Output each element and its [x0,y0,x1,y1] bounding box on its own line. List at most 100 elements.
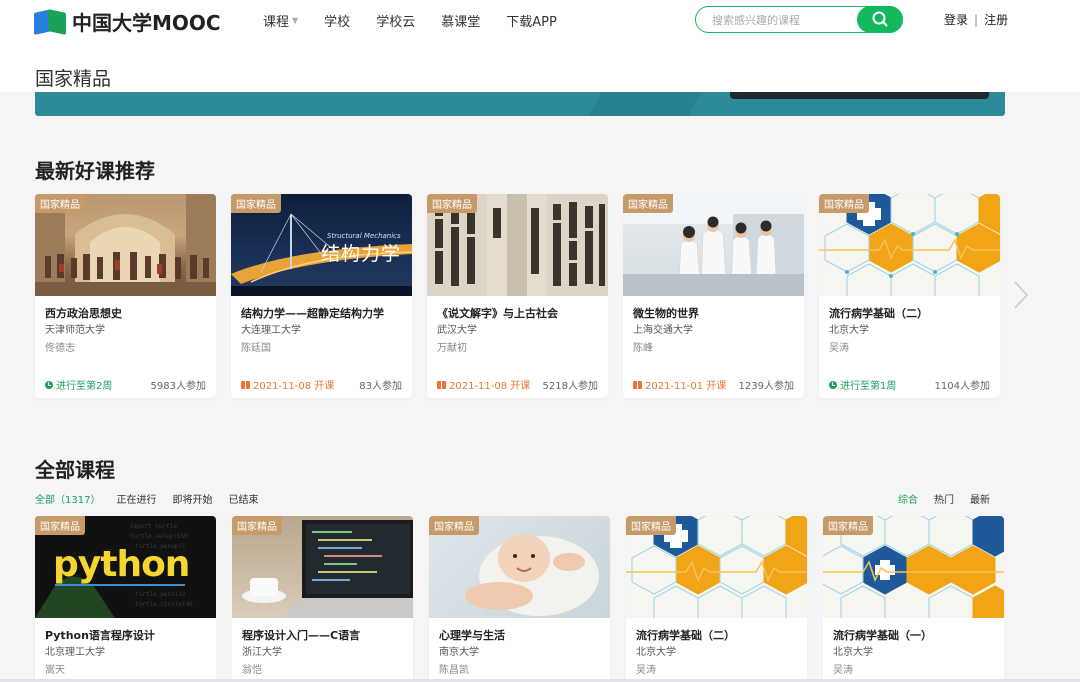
course-card[interactable]: 国家精品 流行病学基础（二） 北京大学 吴涛 [626,516,807,682]
course-thumbnail: 国家精品 [427,194,608,296]
course-teacher: 陈昌凯 [439,665,469,676]
course-school[interactable]: 浙江大学 [242,643,282,658]
svg-text:turtle.setup(650: turtle.setup(650 [130,533,188,540]
login-link[interactable]: 登录 [944,11,968,28]
course-teacher: 吴涛 [829,343,849,354]
course-teacher: 吴涛 [833,665,853,676]
enroll-count: 5218人参加 [542,381,598,392]
course-thumbnail: 国家精品 [819,194,1000,296]
auth-links: 登录 | 注册 [944,11,1008,28]
course-school[interactable]: 北京大学 [636,643,676,658]
course-name[interactable]: 微生物的世界 [633,305,699,321]
course-school[interactable]: 北京理工大学 [45,643,105,658]
svg-text:import turtle: import turtle [130,523,177,530]
ongoing-icon [45,380,53,389]
course-status: 2021-11-08 开课 [241,377,334,392]
course-thumbnail: import turtle turtle.setup(650 turtle.penu… [35,516,216,618]
enroll-count: 5983人参加 [150,381,206,392]
national-quality-tag: 国家精品 [623,194,673,213]
course-thumbnail: 国家精品 [823,516,1004,618]
course-card[interactable]: Structural Mechanics 结构力学 国家精品 结构力学——超静定… [231,194,412,398]
auth-separator: | [974,12,979,27]
enroll-count: 83人参加 [359,381,402,392]
course-school[interactable]: 南京大学 [439,643,479,658]
course-card[interactable]: 国家精品 流行病学基础（一） 北京大学 吴涛 [823,516,1004,682]
course-thumbnail: 国家精品 [35,194,216,296]
course-name[interactable]: 流行病学基础（二） [829,305,928,321]
course-teacher: 陈廷国 [241,343,271,354]
svg-text:turtle.circle(40: turtle.circle(40 [135,601,193,608]
nav-mooc-classroom[interactable]: 慕课堂 [441,11,480,30]
nav-courses[interactable]: 课程 ▼ [263,11,298,30]
recommend-section-title: 最新好课推荐 [35,159,155,183]
course-card[interactable]: 国家精品 《说文解字》与上古社会 武汉大学 万献初 2021-11-08 开课 … [427,194,608,398]
course-card[interactable]: 国家精品 西方政治思想史 天津师范大学 佟德志 进行至第2周 5983人参加 [35,194,216,398]
course-school[interactable]: 天津师范大学 [45,321,105,336]
course-name[interactable]: Python语言程序设计 [45,627,155,643]
caret-down-icon: ▼ [292,16,299,25]
course-school[interactable]: 大连理工大学 [241,321,301,336]
national-quality-tag: 国家精品 [232,516,282,535]
course-school[interactable]: 武汉大学 [437,321,477,336]
course-name[interactable]: 程序设计入门——C语言 [242,627,360,643]
sort-comprehensive[interactable]: 综合 [898,491,918,506]
promo-banner[interactable] [35,92,1005,116]
sort-newest[interactable]: 最新 [970,491,990,506]
mooc-logo-icon [34,8,68,35]
course-name[interactable]: 心理学与生活 [439,627,505,643]
page-title: 国家精品 [35,68,112,90]
course-school[interactable]: 上海交通大学 [633,321,693,336]
register-link[interactable]: 注册 [984,11,1008,28]
course-name[interactable]: 西方政治思想史 [45,305,122,321]
enroll-count: 1239人参加 [738,381,794,392]
national-quality-tag: 国家精品 [35,194,85,213]
sort-popular[interactable]: 热门 [934,491,954,506]
course-name[interactable]: 流行病学基础（一） [833,627,932,643]
nav-schools[interactable]: 学校 [324,11,350,30]
chevron-right-icon[interactable] [1010,280,1032,310]
national-quality-tag: 国家精品 [231,194,281,213]
national-quality-tag: 国家精品 [819,194,869,213]
nav-school-cloud[interactable]: 学校云 [376,11,415,30]
course-thumbnail: 国家精品 [429,516,610,618]
course-name[interactable]: 流行病学基础（二） [636,627,735,643]
site-logo[interactable]: 中国大学MOOC [34,7,221,36]
course-teacher: 嵩天 [45,665,65,676]
main-nav: 课程 ▼ 学校 学校云 慕课堂 下载APP [263,11,583,30]
nav-download-app[interactable]: 下载APP [506,11,557,30]
course-card[interactable]: 国家精品 程序设计入门——C语言 浙江大学 翁恺 [232,516,413,682]
filter-ended[interactable]: 已结束 [228,491,258,506]
ongoing-icon [829,380,837,389]
course-status: 进行至第2周 [45,377,112,392]
course-card[interactable]: 国家精品 流行病学基础（二） 北京大学 吴涛 进行至第1周 1104人参加 [819,194,1000,398]
course-teacher: 万献初 [437,343,467,354]
course-thumbnail: 国家精品 [626,516,807,618]
course-card[interactable]: 国家精品 心理学与生活 南京大学 陈昌凯 [429,516,610,682]
course-status: 2021-11-01 开课 [633,377,726,392]
course-thumbnail: Structural Mechanics 结构力学 国家精品 [231,194,412,296]
course-school[interactable]: 北京大学 [829,321,869,336]
course-teacher: 翁恺 [242,665,262,676]
calendar-book-icon [241,380,250,389]
national-quality-tag: 国家精品 [427,194,477,213]
national-quality-tag: 国家精品 [429,516,479,535]
calendar-book-icon [633,380,642,389]
course-name[interactable]: 《说文解字》与上古社会 [437,305,558,321]
filter-all[interactable]: 全部（1317） [35,491,100,506]
course-school[interactable]: 北京大学 [833,643,873,658]
course-card[interactable]: import turtle turtle.setup(650 turtle.penu… [35,516,216,682]
sort-tabs: 综合 热门 最新 [898,491,990,506]
search-input[interactable] [712,11,852,29]
course-status: 2021-11-08 开课 [437,377,530,392]
search-box [695,6,903,33]
search-button[interactable] [857,6,903,33]
status-filter-tabs: 全部（1317） 正在进行 即将开始 已结束 [35,491,258,506]
filter-upcoming[interactable]: 即将开始 [172,491,212,506]
all-courses-section-title: 全部课程 [35,458,115,482]
logo-text: 中国大学MOOC [72,11,221,35]
svg-text:turtle.pensize: turtle.pensize [135,591,186,598]
course-teacher: 佟德志 [45,343,75,354]
course-card[interactable]: 国家精品 微生物的世界 上海交通大学 陈峰 2021-11-01 开课 1239… [623,194,804,398]
filter-ongoing[interactable]: 正在进行 [116,491,156,506]
course-name[interactable]: 结构力学——超静定结构力学 [241,305,384,321]
